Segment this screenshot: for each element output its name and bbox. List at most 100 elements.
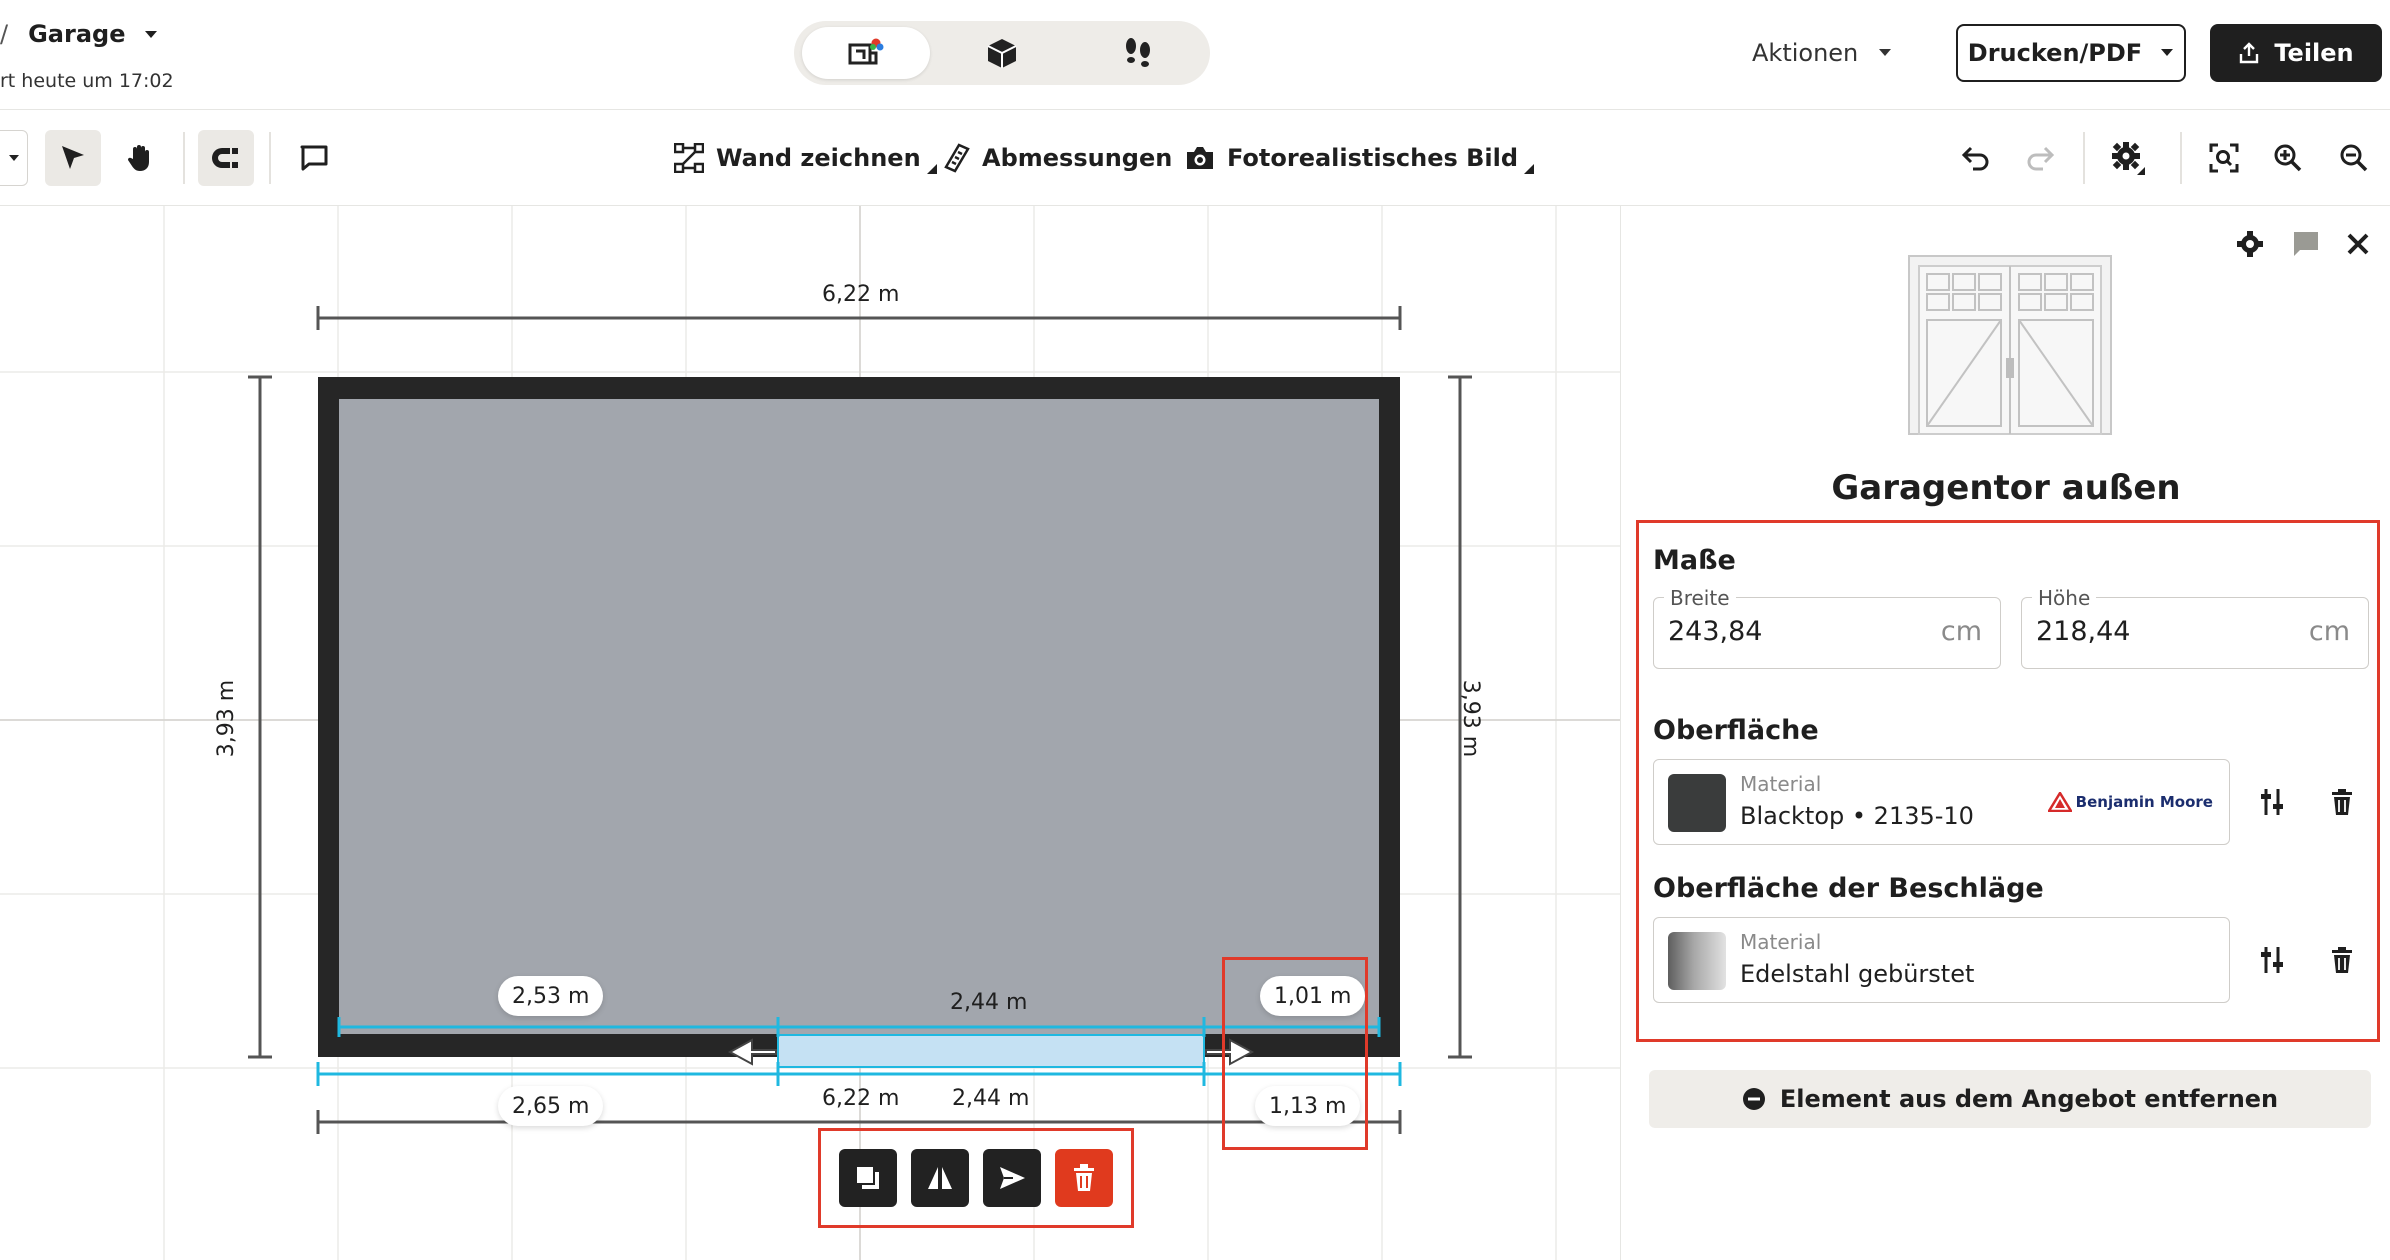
zoom-in-button[interactable]: [2260, 130, 2316, 186]
top-dimension-line: [316, 306, 1402, 330]
select-tool-button[interactable]: [45, 130, 101, 186]
cursor-arrow-icon: [62, 146, 84, 169]
sliders-icon: [2261, 947, 2283, 973]
magnet-icon: [212, 148, 238, 168]
duplicate-icon: [857, 1167, 879, 1189]
bottom-total-dimension-label: 6,22 m: [822, 1086, 900, 1111]
ruler-icon: [944, 143, 970, 173]
share-button[interactable]: Teilen: [2210, 24, 2382, 82]
fittings-material-kicker: Material: [1740, 930, 1822, 954]
width-field-value[interactable]: 243,84: [1668, 616, 1762, 647]
comment-icon: [300, 145, 328, 171]
chevron-down-icon: [9, 155, 19, 161]
trash-icon: [1074, 1164, 1094, 1191]
camera-icon: [1187, 147, 1213, 169]
last-saved-text: rt heute um 17:02: [0, 70, 174, 92]
floorplan-drawing: [0, 206, 1620, 1260]
chevron-down-icon: [2161, 49, 2174, 56]
submenu-corner-icon: [926, 164, 937, 174]
redo-icon: [2027, 146, 2055, 171]
send-icon: [1000, 1167, 1025, 1189]
zoom-fit-button[interactable]: [2196, 130, 2252, 186]
selected-garage-door: [777, 1034, 1205, 1068]
photorealistic-label: Fotorealistisches Bild: [1227, 144, 1519, 172]
print-pdf-button[interactable]: Drucken/PDF: [1956, 24, 2186, 82]
width-field[interactable]: Breite 243,84 cm: [1653, 586, 2001, 669]
trash-icon: [2332, 947, 2352, 973]
hand-icon: [127, 145, 149, 171]
redo-button[interactable]: [2012, 130, 2068, 186]
view-3d-button[interactable]: [938, 27, 1066, 79]
fittings-material-card[interactable]: Material Edelstahl gebürstet: [1653, 917, 2230, 1003]
surface-delete-button[interactable]: [2319, 779, 2365, 825]
dimensions-section-title: Maße: [1653, 545, 1736, 576]
height-field[interactable]: Höhe 218,44 cm: [2021, 586, 2369, 669]
mirror-button[interactable]: [911, 1149, 969, 1207]
send-button[interactable]: [983, 1149, 1041, 1207]
element-title: Garagentor außen: [1831, 468, 2181, 508]
comment-tool-button[interactable]: [286, 130, 342, 186]
share-icon: [2240, 42, 2259, 64]
height-field-label: Höhe: [2032, 586, 2097, 610]
floorplan-canvas[interactable]: 6,22 m 3,93 m 3,93 m 6,22 m 2,44 m 2,44 …: [0, 206, 1620, 1260]
garage-floor: [339, 399, 1379, 1034]
actions-label: Aktionen: [1752, 39, 1859, 67]
left-dimension-line: [248, 375, 272, 1059]
sliders-icon: [2261, 789, 2283, 815]
height-field-value[interactable]: 218,44: [2036, 616, 2130, 647]
project-name[interactable]: Garage: [28, 20, 125, 48]
settings-icon[interactable]: [2236, 230, 2264, 258]
undo-button[interactable]: [1948, 130, 2004, 186]
height-field-unit: cm: [2308, 616, 2350, 647]
remove-from-quote-button[interactable]: Element aus dem Angebot entfernen: [1649, 1070, 2371, 1128]
element-context-toolbar: [818, 1128, 1134, 1228]
3d-box-icon: [987, 39, 1017, 68]
pan-tool-button[interactable]: [111, 130, 167, 186]
draw-wall-tool[interactable]: Wand zeichnen: [674, 138, 937, 178]
toolbar-divider: [269, 132, 271, 184]
view-mode-toggle: [794, 21, 1210, 85]
breadcrumb-separator: /: [0, 20, 9, 48]
surface-material-card[interactable]: Material Blacktop • 2135-10 Benjamin Moo…: [1653, 759, 2230, 845]
surface-material-name: Blacktop • 2135-10: [1740, 802, 1974, 830]
properties-highlight-box: Maße Breite 243,84 cm Höhe 218,44 cm Obe…: [1636, 520, 2380, 1042]
toolbar-divider: [2180, 132, 2182, 184]
panel-toolbar: [2236, 230, 2370, 258]
snap-magnet-button[interactable]: [198, 130, 254, 186]
share-label: Teilen: [2274, 39, 2354, 67]
left-outer-distance-pill[interactable]: 2,65 m: [498, 1086, 604, 1126]
chevron-down-icon[interactable]: [143, 26, 159, 42]
mirror-icon: [928, 1167, 952, 1189]
delete-element-button[interactable]: [1055, 1149, 1113, 1207]
duplicate-button[interactable]: [839, 1149, 897, 1207]
brand-name: Benjamin Moore: [2075, 793, 2213, 811]
close-icon[interactable]: [2346, 232, 2370, 256]
minus-circle-icon: [1742, 1088, 1765, 1110]
undo-icon: [1961, 146, 1989, 171]
view-walkthrough-button[interactable]: [1074, 27, 1202, 79]
toolbar-divider: [183, 132, 185, 184]
surface-section-title: Oberfläche: [1653, 715, 1819, 746]
zoom-out-button[interactable]: [2326, 130, 2382, 186]
print-label: Drucken/PDF: [1967, 39, 2143, 67]
zoom-fit-icon: [2209, 143, 2239, 173]
2d-plan-icon: [848, 38, 884, 65]
comment-icon[interactable]: [2290, 230, 2320, 258]
polyline-node-icon: [674, 143, 704, 173]
floor-select-dropdown[interactable]: [0, 130, 28, 186]
surface-adjust-button[interactable]: [2249, 779, 2295, 825]
photorealistic-render-tool[interactable]: Fotorealistisches Bild: [1185, 138, 1535, 178]
breadcrumb: / Garage: [0, 18, 159, 50]
dimensions-tool[interactable]: Abmessungen: [944, 138, 1172, 178]
fittings-delete-button[interactable]: [2319, 937, 2365, 983]
settings-button[interactable]: [2100, 130, 2156, 186]
left-inner-distance-pill[interactable]: 2,53 m: [498, 976, 604, 1016]
actions-menu-button[interactable]: Aktionen: [1752, 28, 1892, 78]
surface-material-kicker: Material: [1740, 772, 1822, 796]
fittings-adjust-button[interactable]: [2249, 937, 2295, 983]
highlight-right-dimensions: [1222, 957, 1368, 1150]
door-width-bottom-label: 2,44 m: [952, 1086, 1030, 1111]
brand-triangle-icon: [2047, 792, 2072, 812]
chevron-down-icon: [1879, 49, 1892, 56]
view-2d-button[interactable]: [802, 27, 930, 79]
